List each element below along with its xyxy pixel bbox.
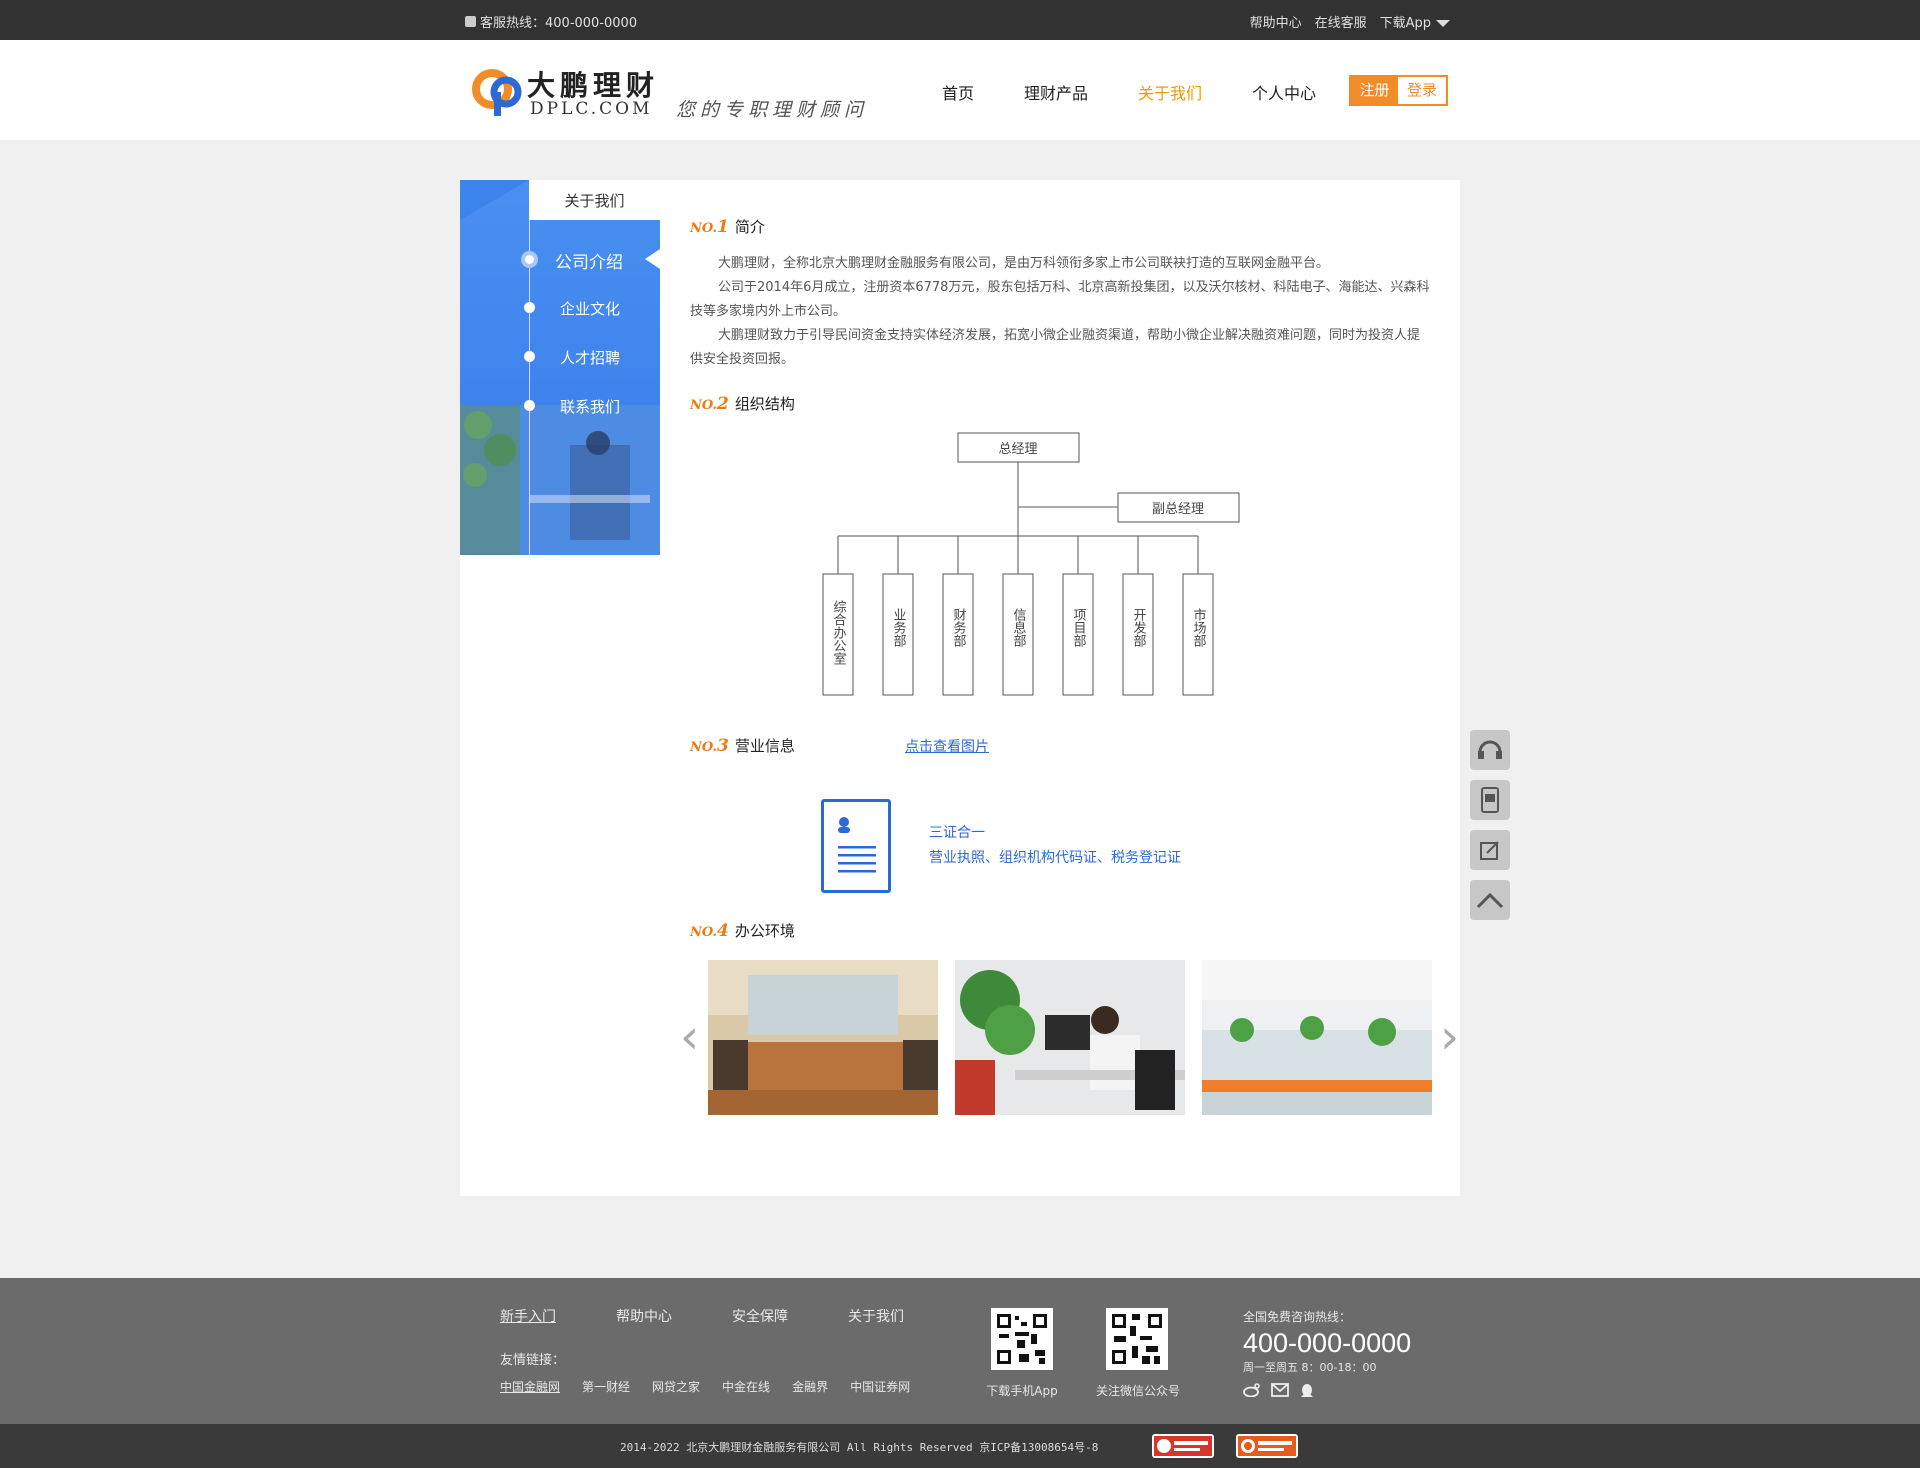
copyright-text: 2014-2022 北京大鹏理财金融服务有限公司 All Rights Rese… [620, 1441, 1099, 1454]
online-service-link[interactable]: 在线客服 [1315, 12, 1367, 31]
office-photo[interactable] [1202, 960, 1432, 1115]
office-gallery [708, 960, 1432, 1115]
service-hours: 周一至周五 8：00-18：00 [1243, 1361, 1377, 1374]
social-icons [1243, 1383, 1411, 1399]
main-nav: 首页 理财产品 关于我们 个人中心 [942, 80, 1366, 104]
hotline-number: 400-000-0000 [1243, 1328, 1412, 1358]
top-links: 帮助中心 在线客服 下载App [1250, 12, 1450, 31]
view-image-link[interactable]: 点击查看图片 [905, 736, 989, 756]
back-to-top-icon[interactable] [1470, 880, 1510, 920]
chevron-down-icon [1436, 20, 1450, 27]
hotline-label: 全国免费咨询热线： [1243, 1310, 1352, 1324]
feedback-icon[interactable] [1470, 830, 1510, 870]
org-label-dept: 业务部 [891, 608, 907, 647]
org-label-ceo: 总经理 [998, 442, 1037, 457]
qr-caption-app: 下载手机App [986, 1384, 1058, 1398]
logo-icon[interactable] [470, 62, 530, 118]
weibo-icon[interactable] [1243, 1383, 1261, 1397]
download-app-link[interactable]: 下载App [1380, 12, 1450, 31]
footer-hotline: 全国免费咨询热线： 400-000-0000 周一至周五 8：00-18：00 [1243, 1308, 1411, 1399]
phone-icon [465, 16, 476, 27]
nav-home[interactable]: 首页 [942, 80, 974, 104]
footer-links: 新手入门 帮助中心 安全保障 关于我们 [500, 1306, 904, 1326]
nav-account[interactable]: 个人中心 [1252, 80, 1316, 104]
org-label-dept: 市场部 [1191, 607, 1207, 647]
footer-link-beginner[interactable]: 新手入门 [500, 1306, 556, 1326]
section-number: NO.4 [690, 921, 729, 941]
section-title: 营业信息 [734, 737, 795, 755]
brand-name: 大鹏理财 [527, 69, 660, 102]
certificate-text: 三证合一 营业执照、组织机构代码证、税务登记证 [929, 821, 1181, 871]
org-label-dept: 信息部 [1011, 608, 1027, 647]
bottom-bar: 2014-2022 北京大鹏理财金融服务有限公司 All Rights Rese… [0, 1424, 1920, 1468]
section-heading-business: NO.3 营业信息 [690, 735, 795, 756]
qr-caption-wechat: 关注微信公众号 [1095, 1384, 1180, 1398]
certificate-title: 三证合一 [929, 825, 985, 841]
credit-badge[interactable] [1236, 1434, 1298, 1458]
org-label-dept: 开发部 [1131, 608, 1147, 647]
hotline: 客服热线：400-000-0000 [465, 12, 637, 31]
friend-link[interactable]: 第一财经 [582, 1378, 630, 1395]
org-label-dept: 项目部 [1071, 608, 1087, 647]
brand-slogan: 您的专职理财顾问 [676, 99, 869, 121]
qr-code-app [991, 1308, 1053, 1370]
qq-icon[interactable] [1299, 1383, 1315, 1399]
footer-link-security[interactable]: 安全保障 [732, 1306, 788, 1326]
gallery-next-icon[interactable]: › [1440, 1013, 1459, 1061]
gallery-prev-icon[interactable]: ‹ [680, 1013, 699, 1061]
footer: 新手入门 帮助中心 安全保障 关于我们 友情链接： 中国金融网 第一财经 网贷之… [0, 1278, 1920, 1424]
friend-link[interactable]: 中金在线 [722, 1378, 770, 1395]
auth-box: 注册 登录 [1349, 75, 1448, 106]
office-photo[interactable] [955, 960, 1185, 1115]
content-panel: 关于我们 公司介绍 企业文化 人才招聘 联系我们 NO.1 简介 大鹏理财，全称… [460, 180, 1460, 1196]
org-chart: 总经理 副总经理 综合办公室 业务部 财务部 信息部 项目部 开发部 市场部 [822, 432, 1240, 696]
friend-link[interactable]: 网贷之家 [652, 1378, 700, 1395]
section-title: 办公环境 [734, 922, 795, 940]
section-number: NO.3 [690, 736, 729, 756]
friend-links: 中国金融网 第一财经 网贷之家 中金在线 金融界 中国证券网 [500, 1378, 910, 1395]
qr-code-wechat [1106, 1308, 1168, 1370]
certificate-icon [821, 799, 891, 893]
top-bar: 客服热线：400-000-0000 帮助中心 在线客服 下载App [0, 0, 1920, 40]
certificate-desc: 营业执照、组织机构代码证、税务登记证 [929, 850, 1181, 866]
office-photo[interactable] [708, 960, 938, 1115]
nav-about[interactable]: 关于我们 [1138, 80, 1202, 104]
brand-domain: DPLC.COM [530, 99, 653, 119]
header: 大鹏理财 DPLC.COM 您的专职理财顾问 首页 理财产品 关于我们 个人中心… [0, 40, 1920, 140]
hotline-text: 客服热线：400-000-0000 [480, 16, 638, 31]
footer-link-help[interactable]: 帮助中心 [616, 1306, 672, 1326]
help-center-link[interactable]: 帮助中心 [1250, 12, 1302, 31]
register-button[interactable]: 注册 [1351, 77, 1398, 104]
friend-link[interactable]: 中国证券网 [850, 1378, 910, 1395]
email-icon[interactable] [1271, 1383, 1289, 1397]
footer-link-about[interactable]: 关于我们 [848, 1306, 904, 1326]
customer-service-icon[interactable] [1470, 730, 1510, 770]
industry-cert-badge[interactable] [1152, 1434, 1214, 1458]
org-label-dept: 财务部 [951, 608, 967, 647]
org-label-deputy: 副总经理 [1152, 502, 1204, 517]
friend-link[interactable]: 中国金融网 [500, 1378, 560, 1395]
org-label-dept: 综合办公室 [831, 600, 847, 665]
friend-link[interactable]: 金融界 [792, 1378, 828, 1395]
download-app-label: 下载App [1379, 16, 1431, 31]
section-heading-office: NO.4 办公环境 [690, 920, 795, 941]
friend-links-label: 友情链接： [500, 1353, 566, 1368]
nav-products[interactable]: 理财产品 [1024, 80, 1088, 104]
app-download-icon[interactable] [1470, 780, 1510, 820]
login-button[interactable]: 登录 [1398, 77, 1446, 104]
